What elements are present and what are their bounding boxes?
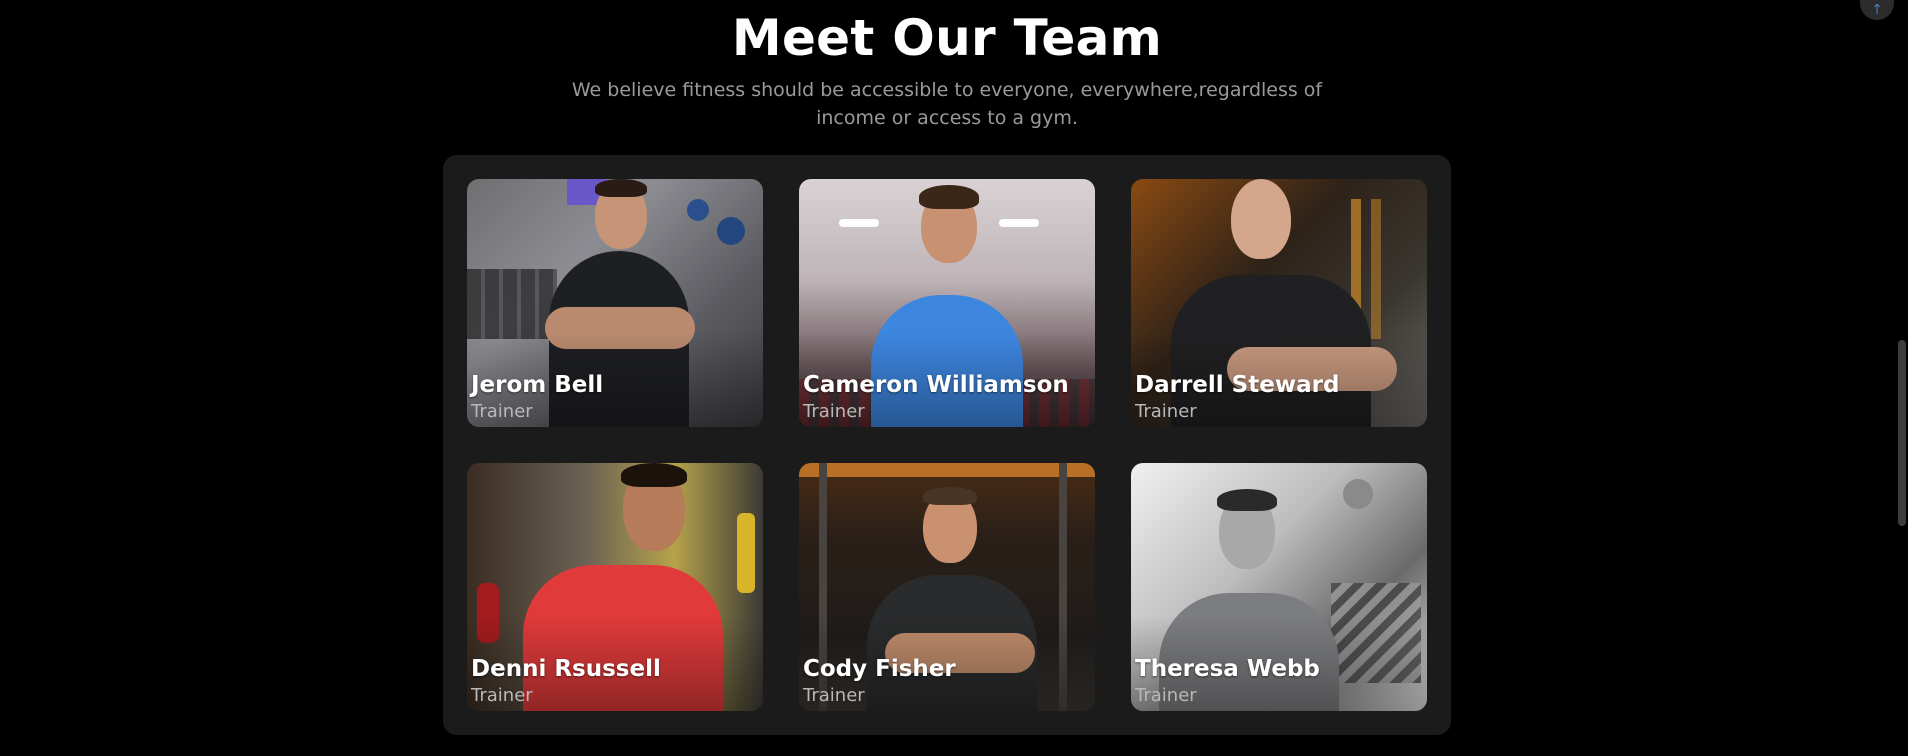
section-title: Meet Our Team: [731, 9, 1163, 67]
trainer-name: Jerom Bell: [471, 372, 604, 398]
trainer-name: Cameron Williamson: [803, 372, 1069, 398]
trainer-name: Cody Fisher: [803, 656, 956, 682]
scrollbar-thumb[interactable]: [1898, 340, 1906, 526]
team-card[interactable]: Cameron Williamson Trainer: [799, 179, 1095, 427]
team-card[interactable]: Theresa Webb Trainer: [1131, 463, 1427, 711]
section-subtitle: We believe fitness should be accessible …: [571, 79, 1323, 129]
trainer-name: Theresa Webb: [1135, 656, 1320, 682]
trainer-role: Trainer: [803, 401, 865, 422]
trainer-name: Denni Rsussell: [471, 656, 661, 682]
trainer-role: Trainer: [1135, 685, 1197, 706]
team-card[interactable]: Darrell Steward Trainer: [1131, 179, 1427, 427]
trainer-role: Trainer: [471, 401, 533, 422]
trainer-role: Trainer: [1135, 401, 1197, 422]
team-card[interactable]: Cody Fisher Trainer: [799, 463, 1095, 711]
team-card[interactable]: Denni Rsussell Trainer: [467, 463, 763, 711]
team-card[interactable]: Jerom Bell Trainer: [467, 179, 763, 427]
trainer-role: Trainer: [471, 685, 533, 706]
team-section: Meet Our Team We believe fitness should …: [0, 0, 1908, 756]
team-grid: Jerom Bell Trainer Cameron Williamson Tr…: [443, 155, 1451, 735]
trainer-name: Darrell Steward: [1135, 372, 1340, 398]
trainer-role: Trainer: [803, 685, 865, 706]
scrollbar[interactable]: [1894, 0, 1908, 756]
